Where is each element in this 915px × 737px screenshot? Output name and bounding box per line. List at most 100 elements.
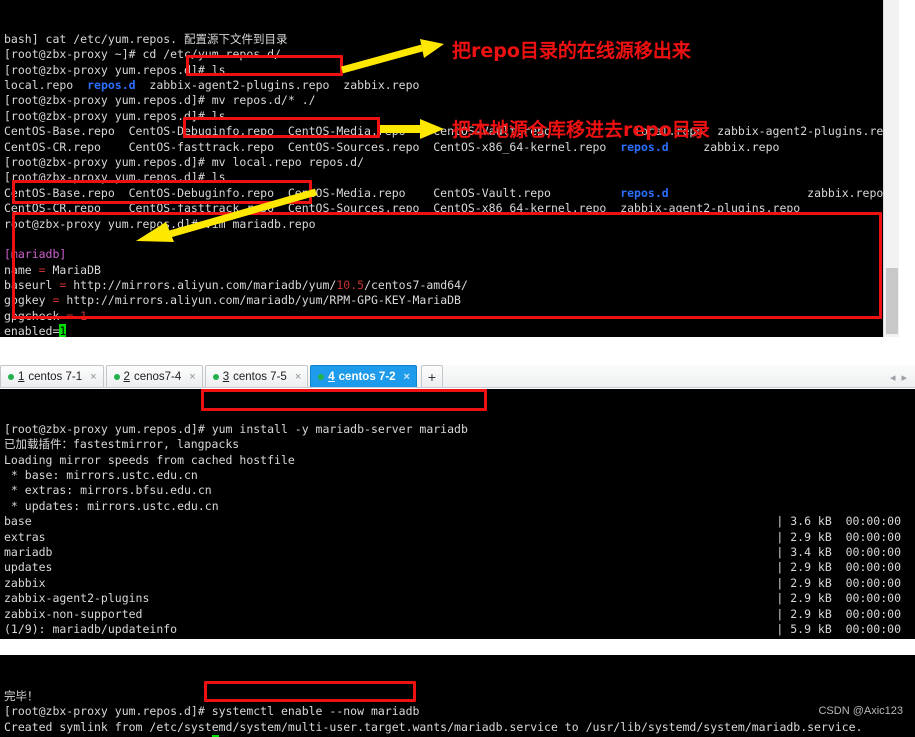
terminal-text: enabled= bbox=[4, 324, 60, 337]
terminal-line: CentOS-CR.repo CentOS-fasttrack.repo Cen… bbox=[4, 140, 895, 155]
scrollbar-thumb[interactable] bbox=[886, 268, 898, 334]
terminal-text: [root@zbx-proxy yum.repos.d]# ls bbox=[4, 108, 226, 123]
terminal-text: base bbox=[4, 514, 32, 529]
close-icon[interactable]: × bbox=[295, 371, 301, 383]
terminal-line: * base: mirrors.ustc.edu.cn bbox=[4, 468, 911, 483]
tab-cenos7-4[interactable]: 2 cenos7-4 × bbox=[105, 365, 203, 387]
terminal-text: 完毕！ bbox=[4, 688, 39, 703]
terminal-tab-bar[interactable]: 1 centos 7-1 × 2 cenos7-4 × 3 centos 7-5… bbox=[0, 365, 915, 388]
terminal-line: bash] cat /etc/yum.repos. 配置源下文件到目录 bbox=[4, 32, 895, 47]
tab-label: centos 7-2 bbox=[338, 370, 396, 383]
csdn-watermark: CSDN @Axic123 bbox=[818, 704, 903, 717]
tab-number: 2 bbox=[123, 370, 130, 383]
terminal-text: CentOS-Base.repo CentOS-Debuginfo.repo C… bbox=[4, 185, 621, 200]
terminal-size-column: | 3.4 kB 00:00:00 bbox=[776, 544, 901, 559]
terminal-text: zabbix-agent2-plugins bbox=[4, 591, 150, 606]
terminal-line: updates | 2.9 kB 00:00:00 bbox=[4, 560, 911, 575]
terminal-text: * extras: mirrors.bfsu.edu.cn bbox=[4, 483, 212, 498]
status-dot-icon bbox=[8, 373, 14, 380]
terminal-text: * updates: mirrors.ustc.edu.cn bbox=[4, 498, 219, 513]
terminal-text: zabbix-agent2-plugins.repo zabbix.repo bbox=[135, 77, 420, 92]
terminal-session-top[interactable]: bash] cat /etc/yum.repos. 配置源下文件到目录 [root… bbox=[0, 0, 899, 337]
status-dot-icon bbox=[318, 373, 325, 380]
status-dot-icon bbox=[113, 373, 120, 380]
tab-scroll-left-icon[interactable]: ◂ bbox=[890, 371, 896, 384]
terminal-line: zabbix-agent2-plugins | 2.9 kB 00:00:00 bbox=[4, 591, 911, 606]
tab-centos-7-5[interactable]: 3 centos 7-5 × bbox=[204, 365, 309, 387]
terminal-line: gpgcheck = 1 bbox=[4, 309, 895, 324]
terminal-line: local.repo repos.d zabbix-agent2-plugins… bbox=[4, 78, 895, 93]
terminal-text: CentOS-Base.repo CentOS-Debuginfo.repo C… bbox=[4, 124, 898, 139]
tab-number: 3 bbox=[222, 370, 230, 383]
tab-label: centos 7-5 bbox=[233, 370, 287, 383]
tab-scroll-right-icon[interactable]: ▸ bbox=[901, 371, 907, 384]
terminal-text: 已加载插件：fastestmirror, langpacks bbox=[4, 437, 240, 452]
terminal-session-bottom[interactable]: 完毕！ [root@zbx-proxy yum.repos.d]# systemc… bbox=[0, 655, 915, 737]
terminal-size-column: | 3.6 kB 00:00:00 bbox=[776, 514, 901, 529]
status-dot-icon bbox=[212, 373, 219, 380]
close-icon[interactable]: × bbox=[189, 371, 195, 383]
terminal-text: baseurl bbox=[4, 278, 53, 293]
terminal-line: [root@zbx-proxy yum.repos.d]# mv repos.d… bbox=[4, 93, 895, 108]
terminal-line: [root@zbx-proxy yum.repos.d]# ls bbox=[4, 170, 895, 185]
terminal-text: updates bbox=[4, 560, 53, 575]
terminal-line: CentOS-CR.repo CentOS-fasttrack.repo Cen… bbox=[4, 201, 895, 216]
close-icon[interactable]: × bbox=[90, 371, 96, 383]
terminal-text: bash] cat /etc/yum.repos. 配置源下文件到目录 bbox=[4, 31, 288, 46]
terminal-line: gpgkey = http://mirrors.aliyun.com/maria… bbox=[4, 293, 895, 308]
terminal-line: Loading mirror speeds from cached hostfi… bbox=[4, 453, 911, 468]
tab-label: centos 7-1 bbox=[28, 370, 83, 383]
screenshot-root: bash] cat /etc/yum.repos. 配置源下文件到目录 [root… bbox=[0, 0, 915, 737]
terminal-text: 1 bbox=[59, 324, 67, 337]
terminal-line: extras | 2.9 kB 00:00:00 bbox=[4, 530, 911, 545]
terminal-line: (1/9): mariadb/updateinfo | 5.9 kB 00:00:… bbox=[4, 622, 911, 637]
terminal-line: root@zbx-proxy yum.repos.d]# vim mariadb… bbox=[4, 217, 895, 232]
terminal-size-column: | 2.9 kB 00:00:00 bbox=[776, 575, 901, 590]
terminal-text: CentOS-CR.repo CentOS-fasttrack.repo Cen… bbox=[4, 201, 801, 216]
terminal-line: [root@zbx-proxy yum.repos.d]# mv local.r… bbox=[4, 155, 895, 170]
terminal-text: = bbox=[52, 278, 74, 293]
terminal-line: * extras: mirrors.bfsu.edu.cn bbox=[4, 483, 911, 498]
terminal-text: = bbox=[59, 308, 81, 323]
terminal-middle-output: [root@zbx-proxy yum.repos.d]# yum instal… bbox=[0, 420, 915, 639]
terminal-text: MariaDB bbox=[52, 262, 101, 277]
terminal-line: [mariadb] bbox=[4, 247, 895, 262]
terminal-line: [root@zbx-proxy yum.repos.d]# systemctl … bbox=[4, 704, 911, 719]
terminal-text: Loading mirror speeds from cached hostfi… bbox=[4, 452, 295, 467]
terminal-session-middle[interactable]: [root@zbx-proxy yum.repos.d]# yum instal… bbox=[0, 389, 915, 639]
vertical-scrollbar[interactable] bbox=[883, 0, 899, 337]
close-icon[interactable]: × bbox=[404, 371, 410, 383]
terminal-text: mariadb bbox=[4, 544, 53, 559]
section-divider-1 bbox=[0, 337, 915, 365]
tab-centos-7-2[interactable]: 4 centos 7-2 × bbox=[310, 365, 417, 387]
tab-scroll-controls[interactable]: ◂ ▸ bbox=[890, 371, 915, 387]
terminal-size-column: | 2.9 kB 00:00:00 bbox=[776, 560, 901, 575]
terminal-text: = bbox=[45, 293, 67, 308]
terminal-line: [root@zbx-proxy yum.repos.d]# yum instal… bbox=[4, 422, 911, 437]
terminal-text: repos.d bbox=[620, 185, 669, 200]
terminal-line: base | 3.6 kB 00:00:00 bbox=[4, 514, 911, 529]
terminal-line: mariadb | 3.4 kB 00:00:00 bbox=[4, 545, 911, 560]
terminal-text: [root@zbx-proxy ~]# cd /etc/yum.repos.d/ bbox=[4, 47, 281, 62]
terminal-text: zabbix.repo bbox=[668, 139, 780, 154]
terminal-text: 1 bbox=[80, 308, 88, 323]
tab-centos-7-1[interactable]: 1 centos 7-1 × bbox=[0, 365, 104, 387]
terminal-size-column: | 5.9 kB 00:00:00 bbox=[776, 621, 901, 636]
terminal-line: enabled=1 bbox=[4, 324, 895, 337]
tab-number: 4 bbox=[328, 370, 335, 383]
terminal-line: Created symlink from /etc/systemd/system… bbox=[4, 720, 911, 735]
terminal-line: [root@zbx-proxy ~]# cd /etc/yum.repos.d/ bbox=[4, 47, 895, 62]
terminal-text: [root@zbx-proxy yum.repos.d]# mv local.r… bbox=[4, 154, 365, 169]
terminal-text: Created symlink from /etc/systemd/system… bbox=[4, 719, 863, 734]
terminal-line: CentOS-Base.repo CentOS-Debuginfo.repo C… bbox=[4, 124, 898, 139]
terminal-text: * base: mirrors.ustc.edu.cn bbox=[4, 467, 198, 482]
tab-label: cenos7-4 bbox=[133, 370, 182, 383]
terminal-text: root@zbx-proxy yum.repos.d]# vim mariadb… bbox=[4, 216, 316, 231]
terminal-text: CentOS-CR.repo CentOS-fasttrack.repo Cen… bbox=[4, 139, 621, 154]
terminal-line: zabbix | 2.9 kB 00:00:00 bbox=[4, 576, 911, 591]
new-tab-button[interactable]: + bbox=[420, 365, 443, 387]
terminal-text: = bbox=[31, 262, 53, 277]
terminal-size-column: | 2.9 kB 00:00:00 bbox=[776, 529, 901, 544]
terminal-line: CentOS-Base.repo CentOS-Debuginfo.repo C… bbox=[4, 186, 895, 201]
